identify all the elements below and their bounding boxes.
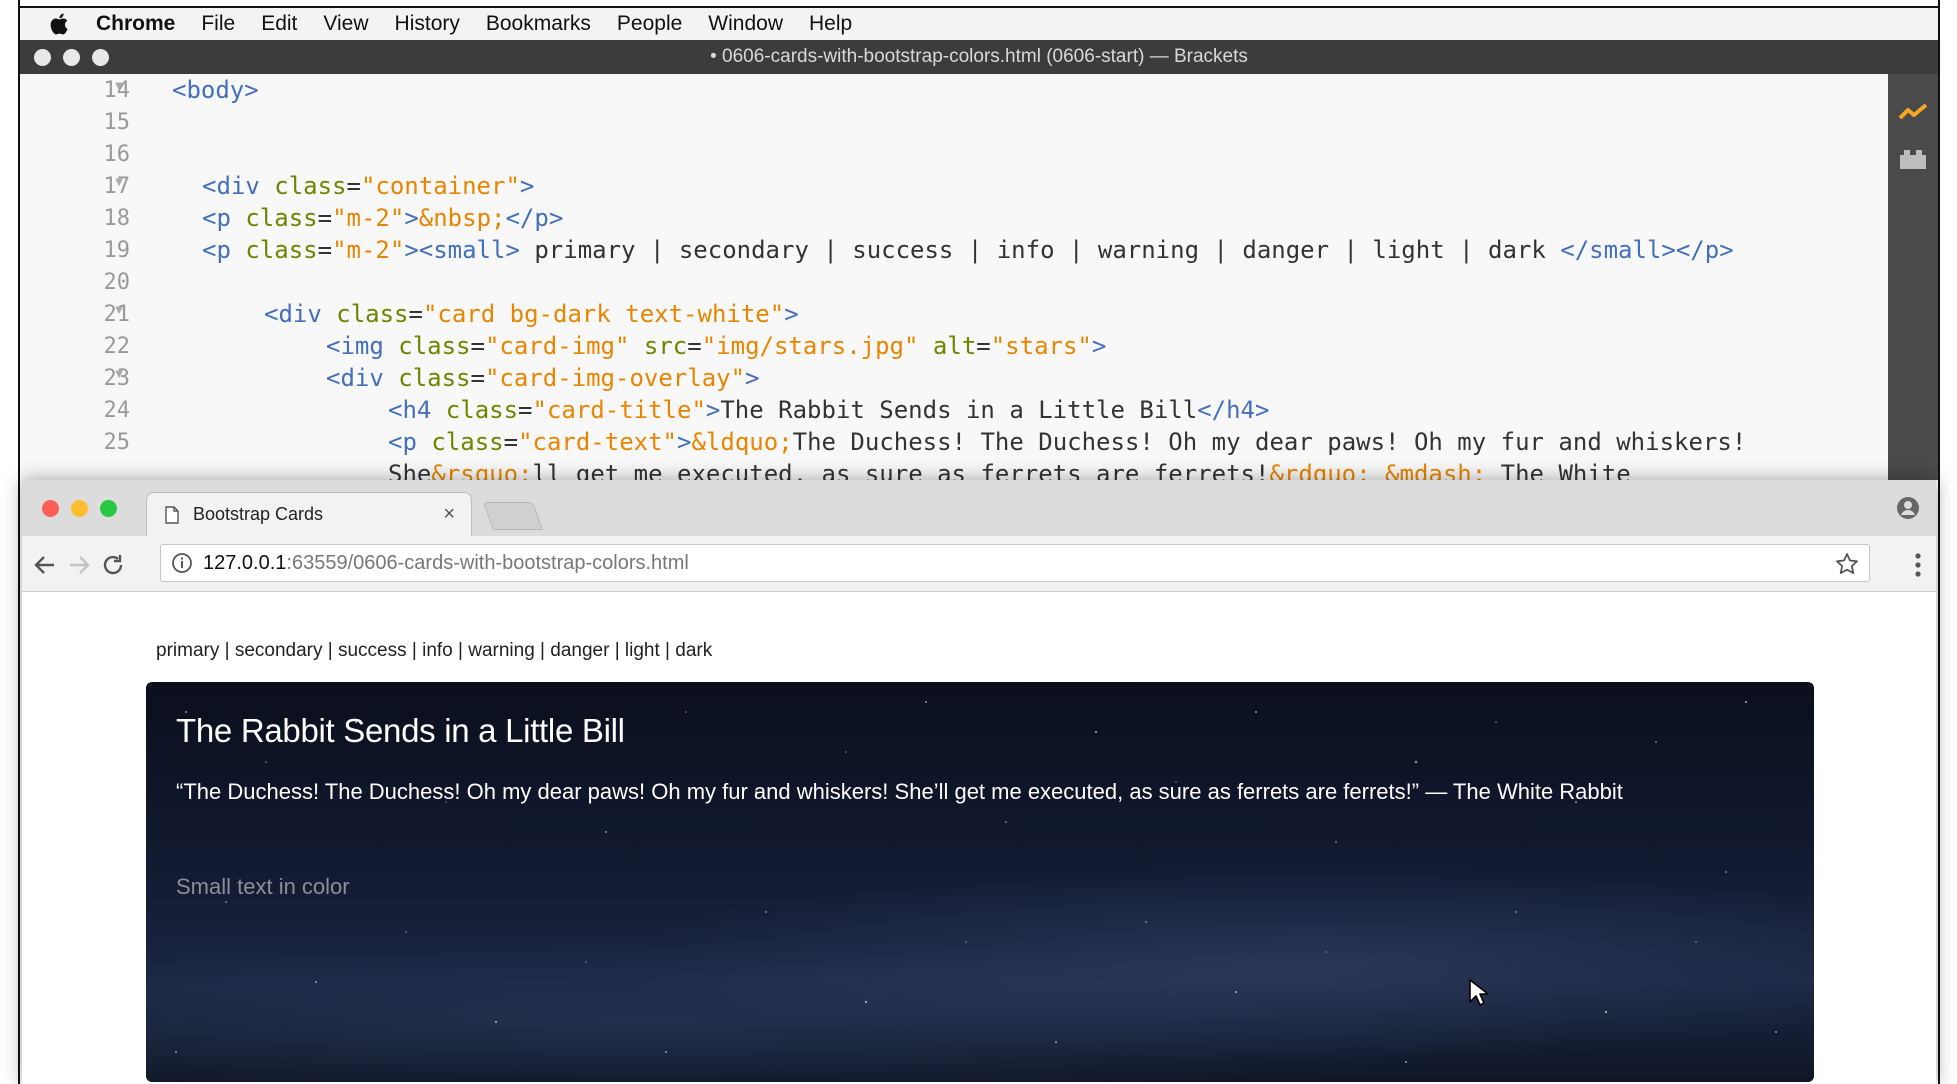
info-icon[interactable] [171,552,193,574]
fold-arrow-icon[interactable]: ▼ [112,302,126,317]
document-icon [165,505,179,524]
url-host: 127.0.0.1 [203,551,287,574]
apple-icon[interactable] [48,12,70,36]
new-tab-button[interactable] [482,502,544,530]
code-line-21: <div class="card bg-dark text-white"> [264,300,799,328]
gutter-line: 25 [20,430,131,462]
gutter-line: 18 [20,206,131,238]
live-preview-icon[interactable] [1898,102,1928,122]
gutter-line: 15 [20,110,131,142]
gutter-line: 19 [20,238,131,270]
gutter-line: 23 ▼ [20,366,131,398]
chrome-tab-strip: Bootstrap Cards × [22,480,1936,536]
brackets-close-button[interactable] [34,49,51,66]
brackets-right-toolbar [1888,74,1938,480]
brackets-zoom-button[interactable] [92,49,109,66]
menu-edit[interactable]: Edit [261,12,297,36]
menu-view[interactable]: View [323,12,368,36]
gutter-line: 16 [20,142,131,174]
code-line-24: <h4 class="card-title">The Rabbit Sends … [388,396,1270,424]
mouse-cursor-icon [1469,979,1488,1006]
code-editor[interactable]: 14 ▼ 15 16 17 ▼ 18 19 20 21 ▼ 22 23 ▼ 24 25 … [20,74,1888,480]
line-number: 20 [103,270,131,295]
fold-arrow-icon[interactable]: ▼ [112,78,126,93]
code-line-19: <p class="m-2"><small> primary | seconda… [202,236,1734,264]
forward-icon[interactable] [66,552,92,578]
line-number: 16 [103,142,131,167]
chrome-toolbar: 127.0.0.1:63559/0606-cards-with-bootstra… [22,536,1936,592]
chrome-window-controls [42,500,117,517]
code-line-18: <p class="m-2">&nbsp;</p> [202,204,564,232]
tab-title: Bootstrap Cards [193,504,324,524]
gutter-line: 20 [20,270,131,302]
gutter-line: 17 ▼ [20,174,131,206]
chrome-close-button[interactable] [42,500,59,517]
code-line-25-wrap: She&rsquo;ll get me executed, as sure as… [388,460,1631,480]
brackets-minimize-button[interactable] [63,49,80,66]
color-names-line: primary | secondary | success | info | w… [156,640,713,661]
menu-file[interactable]: File [201,12,235,36]
fold-arrow-icon[interactable]: ▼ [112,174,126,189]
code-line-14: <body> [172,76,259,104]
menu-bookmarks[interactable]: Bookmarks [486,12,591,36]
menu-people[interactable]: People [617,12,682,36]
page-viewport: primary | secondary | success | info | w… [22,592,1936,1084]
gutter-line: 22 [20,334,131,366]
card-small-text: Small text in color [176,874,350,899]
code-line-17: <div class="container"> [202,172,535,200]
line-number: 24 [103,398,131,423]
macos-menu-bar: Chrome File Edit View History Bookmarks … [20,6,1938,40]
brackets-window-controls [34,49,109,66]
gutter-line: 24 [20,398,131,430]
code-line-25: <p class="card-text">&ldquo;The Duchess!… [388,428,1747,456]
line-number: 25 [103,430,131,455]
card-text: “The Duchess! The Duchess! Oh my dear pa… [176,779,1623,804]
card-title: The Rabbit Sends in a Little Bill [176,712,625,749]
gutter-line: 14 ▼ [20,78,131,110]
close-icon[interactable]: × [443,503,455,526]
profile-icon[interactable] [1896,496,1920,520]
chrome-minimize-button[interactable] [71,500,88,517]
chrome-zoom-button[interactable] [100,500,117,517]
line-number: 22 [103,334,131,359]
menu-help[interactable]: Help [809,12,852,36]
fold-arrow-icon[interactable]: ▼ [112,366,126,381]
tab-bootstrap-cards[interactable]: Bootstrap Cards × [146,492,472,536]
chrome-window: Bootstrap Cards × 127.0.0.1:63559/0606-… [22,480,1936,1084]
line-number: 15 [103,110,131,135]
url-path: :63559/0606-cards-with-bootstrap-colors.… [286,551,689,574]
menu-window[interactable]: Window [708,12,783,36]
gutter-line: 21 ▼ [20,302,131,334]
line-number: 19 [103,238,131,263]
code-line-22: <img class="card-img" src="img/stars.jpg… [326,332,1107,360]
code-line-23: <div class="card-img-overlay"> [326,364,760,392]
bootstrap-card: The Rabbit Sends in a Little Bill “The D… [146,682,1814,1082]
chrome-menu-icon[interactable] [1914,552,1922,578]
menu-history[interactable]: History [395,12,460,36]
brackets-window-title: • 0606-cards-with-bootstrap-colors.html … [710,46,1248,67]
line-number: 18 [103,206,131,231]
bookmark-star-icon[interactable] [1835,552,1859,576]
address-bar[interactable]: 127.0.0.1:63559/0606-cards-with-bootstra… [160,544,1870,582]
menu-app-name[interactable]: Chrome [96,12,175,36]
back-icon[interactable] [32,552,58,578]
extension-manager-icon[interactable] [1898,148,1928,170]
brackets-title-bar: • 0606-cards-with-bootstrap-colors.html … [20,40,1938,74]
reload-icon[interactable] [100,552,126,578]
